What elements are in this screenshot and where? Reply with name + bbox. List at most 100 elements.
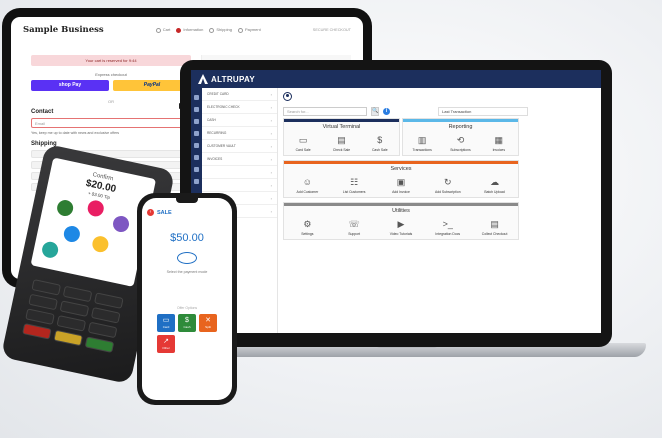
dollar-icon[interactable] <box>194 107 199 112</box>
info-icon[interactable]: i <box>383 108 390 115</box>
tile-integration-docs[interactable]: >_ Integration Docs <box>434 219 462 236</box>
payment-methods-grid: ▭ Card $ Cash ✕ Split ↗ Other <box>142 314 232 353</box>
tile-support[interactable]: ☏ Support <box>340 219 368 236</box>
tile-label: Card Sale <box>295 148 311 152</box>
bubble-option[interactable] <box>111 214 131 234</box>
phone-device: ‹ SALE $50.00 Select the payment mode Of… <box>137 193 237 405</box>
sidebar-item[interactable]: › <box>202 166 277 179</box>
split-icon: ✕ <box>205 317 211 324</box>
tile-label: Support <box>348 232 361 236</box>
users-icon[interactable] <box>194 167 199 172</box>
step-payment[interactable]: Payment <box>237 27 261 33</box>
tile-card-sale[interactable]: ▭ Card Sale <box>289 135 317 152</box>
chevron-right-icon: › <box>270 208 272 214</box>
payment-method-other[interactable]: ↗ Other <box>157 335 175 353</box>
dashboard-screen: ALTRUPAY Credit Card › Electronic Check › … <box>191 70 601 333</box>
chevron-right-icon: › <box>270 91 272 97</box>
tile-group: ⚙ Settings ☏ Support ▶ Video Tutorials >_ Integ… <box>284 219 518 236</box>
menu-icon[interactable] <box>194 95 199 100</box>
tile-check-sale[interactable]: ▤ Check Sale <box>327 135 355 152</box>
sidebar-item[interactable]: Invoices › <box>202 153 277 166</box>
last-transaction-field[interactable]: Last Transaction <box>438 107 528 116</box>
step-information[interactable]: Information <box>176 27 203 33</box>
bubble-option[interactable] <box>86 198 106 218</box>
tile-label: Subscriptions <box>450 148 471 152</box>
tile-invoices[interactable]: ▦ Invoices <box>485 135 513 152</box>
payment-method-label: Other <box>162 346 170 350</box>
newsletter-checkbox-label[interactable]: Yes, keep me up to date with news and ex… <box>31 131 191 135</box>
keypad-key[interactable] <box>28 293 58 311</box>
cash-icon[interactable] <box>194 143 199 148</box>
tile-add-customer[interactable]: ☺ Add Customer <box>293 177 321 194</box>
check-icon[interactable] <box>194 131 199 136</box>
tile-settings[interactable]: ⚙ Settings <box>293 219 321 236</box>
contactless-card-icon <box>177 252 197 264</box>
settings-icon: ⚙ <box>303 219 312 229</box>
payment-method-label: Card <box>162 325 170 329</box>
repeat-icon[interactable] <box>194 155 199 160</box>
tile-cash-sale[interactable]: $ Cash Sale <box>366 135 394 152</box>
payment-method-split[interactable]: ✕ Split <box>199 314 217 332</box>
shop-pay-button[interactable]: shop Pay <box>31 80 109 91</box>
panel-title: Utilities <box>392 208 410 214</box>
tile-group: ▥ Transactions ⟲ Subscriptions ▦ Invoices <box>403 135 518 152</box>
bubble-option[interactable] <box>62 224 82 244</box>
add-invoice-icon: ▣ <box>396 177 406 187</box>
search-icon[interactable]: 🔍 <box>371 107 379 116</box>
tile-video-tutorials[interactable]: ▶ Video Tutorials <box>387 219 415 236</box>
search-row: Search for... 🔍 i Last Transaction <box>283 107 597 116</box>
card-icon[interactable] <box>194 119 199 124</box>
utilities-panel: Utilities ⚙ Settings ☏ Support ▶ Video Tutori… <box>283 202 519 240</box>
tile-subscriptions[interactable]: ⟲ Subscriptions <box>446 135 474 152</box>
tile-add-subscription[interactable]: ↻ Add Subscription <box>434 177 462 194</box>
keypad-key[interactable] <box>56 315 87 332</box>
email-field[interactable]: Email <box>31 118 191 128</box>
keypad-key[interactable] <box>87 321 118 339</box>
main-content: Search for... 🔍 i Last Transaction Virtu… <box>283 92 597 333</box>
keypad-key[interactable] <box>25 308 55 325</box>
store-brand[interactable]: Sample Business <box>23 25 104 35</box>
sidebar-item[interactable]: Electronic Check › <box>202 101 277 114</box>
bubble-option[interactable] <box>40 240 60 260</box>
payment-method-card[interactable]: ▭ Card <box>157 314 175 332</box>
tile-collect-checkout[interactable]: ▤ Collect Checkout <box>481 219 509 236</box>
step-cart[interactable]: Cart <box>155 27 170 33</box>
app-logo[interactable]: ALTRUPAY <box>211 75 255 84</box>
tile-label: Invoices <box>492 148 506 152</box>
panel-title: Services <box>390 166 412 172</box>
keypad-key[interactable] <box>59 300 90 317</box>
tile-label: Integration Docs <box>435 232 461 236</box>
sidebar-item[interactable]: Cash › <box>202 114 277 127</box>
panel-accent-bar <box>284 119 399 122</box>
tile-list-customers[interactable]: ☷ List Customers <box>340 177 368 194</box>
bubble-option[interactable] <box>90 234 110 254</box>
step-shipping[interactable]: Shipping <box>209 27 232 33</box>
express-pay-buttons: shop Pay PayPal <box>31 80 191 91</box>
sidebar-item[interactable]: Recurring › <box>202 127 277 140</box>
sidebar-item[interactable]: Credit Card › <box>202 88 277 101</box>
reporting-panel: Reporting ▥ Transactions ⟲ Subscriptions ▦ In… <box>402 118 519 156</box>
tile-label: Settings <box>301 232 314 236</box>
tile-add-invoice[interactable]: ▣ Add Invoice <box>387 177 415 194</box>
cash-icon: $ <box>185 317 189 324</box>
payment-method-cash[interactable]: $ Cash <box>178 314 196 332</box>
sidebar-item[interactable]: › <box>202 179 277 192</box>
bubble-option[interactable] <box>55 198 75 218</box>
altrupay-logo-icon <box>198 74 208 84</box>
express-checkout-label: Express checkout <box>95 72 127 77</box>
search-input[interactable]: Search for... <box>283 107 367 116</box>
back-icon[interactable]: ‹ <box>147 209 154 216</box>
step-dot-icon <box>176 27 182 33</box>
panel-accent-bar <box>403 119 518 122</box>
tile-label: Check Sale <box>332 148 351 152</box>
keypad-key[interactable] <box>90 307 121 324</box>
collect-checkout-icon: ▤ <box>490 219 499 229</box>
sidebar-item[interactable]: Customer Vault › <box>202 140 277 153</box>
tile-label: List Customers <box>342 190 366 194</box>
user-avatar-icon[interactable] <box>283 92 292 101</box>
tile-transactions[interactable]: ▥ Transactions <box>408 135 436 152</box>
invoice-icon[interactable] <box>194 179 199 184</box>
checkout-breadcrumb: Cart Information Shipping Payment <box>155 27 261 33</box>
tile-batch-upload[interactable]: ☁ Batch Upload <box>481 177 509 194</box>
or-divider: OR <box>108 99 114 104</box>
